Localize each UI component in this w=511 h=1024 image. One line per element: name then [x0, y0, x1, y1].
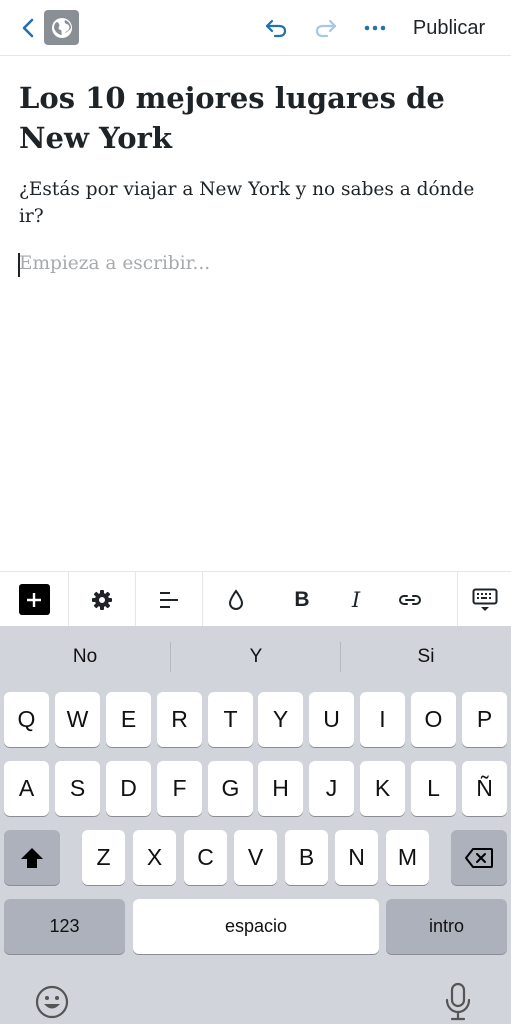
suggestion-1[interactable]: No [0, 626, 170, 688]
empty-paragraph-block[interactable]: Empieza a escribir... [19, 250, 489, 280]
paragraph-block[interactable]: ¿Estás por viajar a New York y no sabes … [19, 176, 489, 230]
key-u[interactable]: U [309, 692, 354, 747]
microphone-icon [445, 982, 471, 1021]
key-h[interactable]: H [258, 761, 303, 816]
text-color-button[interactable] [203, 572, 269, 627]
key-l[interactable]: L [411, 761, 456, 816]
key-n[interactable]: N [335, 830, 378, 885]
format-toolbar: B I [0, 571, 511, 627]
backspace-key[interactable] [451, 830, 507, 885]
redo-button[interactable] [312, 14, 340, 42]
key-v[interactable]: V [234, 830, 277, 885]
key-i[interactable]: I [360, 692, 405, 747]
ellipsis-icon [364, 25, 386, 31]
publish-button[interactable]: Publicar [404, 13, 494, 43]
key-m[interactable]: M [386, 830, 429, 885]
key-s[interactable]: S [55, 761, 100, 816]
key-g[interactable]: G [208, 761, 253, 816]
on-screen-keyboard: No Y Si Q W E R T Y U I O P A S D F G H … [0, 626, 511, 1024]
emoji-icon [35, 985, 69, 1019]
post-title[interactable]: Los 10 mejores lugares de New York [19, 78, 489, 158]
suggestion-2[interactable]: Y [171, 626, 341, 688]
key-f[interactable]: F [157, 761, 202, 816]
more-options-button[interactable] [360, 14, 390, 42]
suggestion-3[interactable]: Si [341, 626, 511, 688]
key-z[interactable]: Z [82, 830, 125, 885]
plus-icon [27, 592, 41, 607]
key-b[interactable]: B [285, 830, 328, 885]
align-icon [160, 591, 178, 608]
undo-button[interactable] [262, 14, 290, 42]
key-d[interactable]: D [106, 761, 151, 816]
key-k[interactable]: K [360, 761, 405, 816]
align-button[interactable] [136, 572, 202, 627]
key-a[interactable]: A [4, 761, 49, 816]
return-key[interactable]: intro [386, 899, 507, 954]
key-q[interactable]: Q [4, 692, 49, 747]
droplet-icon [228, 588, 244, 610]
key-n-tilde[interactable]: Ñ [462, 761, 507, 816]
keyboard-hide-icon [472, 588, 497, 611]
site-icon-button[interactable] [44, 10, 79, 45]
emoji-button[interactable] [34, 984, 70, 1020]
key-y[interactable]: Y [258, 692, 303, 747]
dictation-button[interactable] [442, 982, 474, 1022]
add-block-button[interactable] [0, 572, 68, 627]
text-caret [18, 253, 20, 277]
backspace-icon [465, 847, 493, 868]
back-button[interactable] [18, 14, 38, 42]
chevron-left-icon [22, 18, 34, 38]
gear-icon [92, 589, 112, 610]
key-e[interactable]: E [106, 692, 151, 747]
italic-button[interactable]: I [324, 572, 388, 627]
editor-header: Publicar [0, 0, 511, 56]
key-r[interactable]: R [157, 692, 202, 747]
key-c[interactable]: C [184, 830, 227, 885]
undo-icon [265, 19, 287, 38]
hide-keyboard-button[interactable] [458, 572, 511, 627]
globe-icon [51, 17, 72, 38]
block-settings-button[interactable] [69, 572, 135, 627]
key-p[interactable]: P [462, 692, 507, 747]
link-icon [398, 594, 422, 605]
redo-icon [315, 19, 337, 38]
link-button[interactable] [380, 572, 440, 627]
shift-icon [21, 847, 43, 868]
key-x[interactable]: X [133, 830, 176, 885]
key-w[interactable]: W [55, 692, 100, 747]
space-key[interactable]: espacio [133, 899, 379, 954]
numbers-key[interactable]: 123 [4, 899, 125, 954]
key-j[interactable]: J [309, 761, 354, 816]
shift-key[interactable] [4, 830, 60, 885]
key-o[interactable]: O [411, 692, 456, 747]
key-t[interactable]: T [208, 692, 253, 747]
add-block-box [18, 584, 50, 615]
